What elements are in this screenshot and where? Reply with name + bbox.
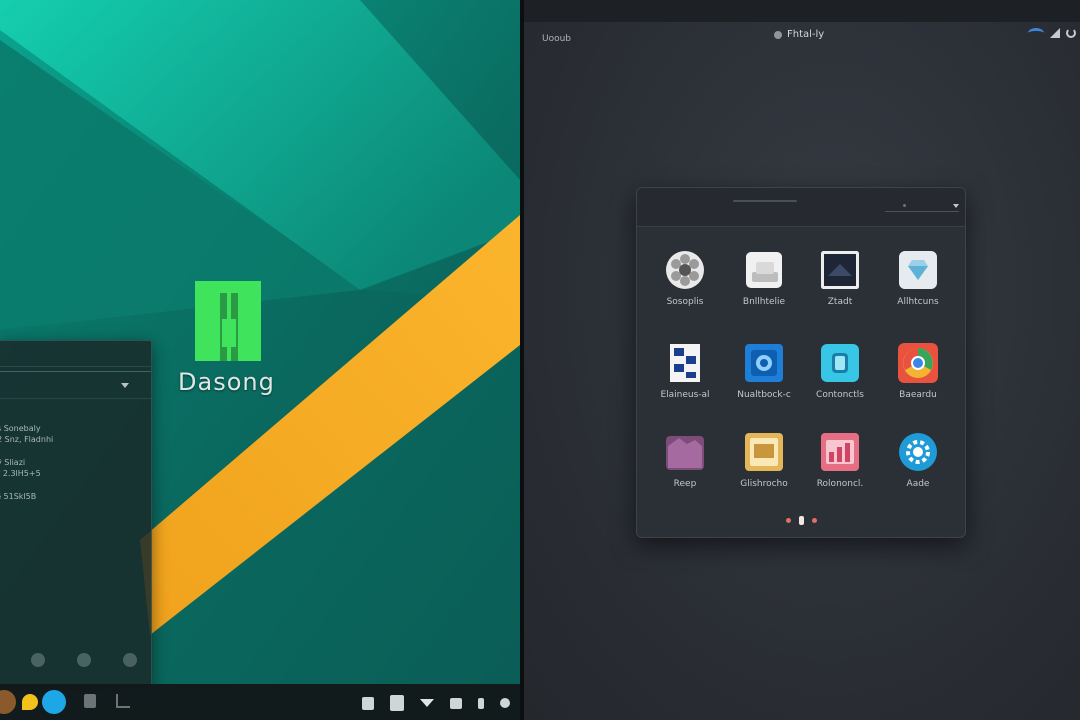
app-label: Baeardu — [899, 390, 937, 400]
app-tile[interactable]: Contonctls — [795, 343, 885, 423]
app-tile[interactable]: Ztadt — [795, 250, 885, 330]
app-label: Elaineus-al — [660, 390, 710, 400]
right-desktop: Uooub Fhtal-ly Sosoplis Bnllhtelie Ztadt… — [524, 0, 1080, 720]
app-tile[interactable]: Elaineus-al — [640, 343, 730, 423]
side-panel[interactable]: s Sonebaly 2 Snz, Fladnhi ÿ Sliazi r 2.3… — [0, 340, 152, 690]
grid-document-icon — [670, 344, 700, 382]
clock[interactable]: Fhtal-ly — [774, 29, 824, 40]
side-panel-list: s Sonebaly 2 Snz, Fladnhi ÿ Sliazi r 2.3… — [0, 423, 53, 502]
side-panel-status-icons — [31, 653, 137, 667]
chevron-down-icon — [953, 204, 959, 208]
notification-icon[interactable] — [500, 698, 510, 708]
cyan-bag-icon — [821, 344, 859, 382]
app-label: Sosoplis — [666, 297, 704, 307]
app-label: Glishrocho — [740, 479, 788, 489]
document-stack-icon — [746, 252, 782, 288]
status-icon[interactable] — [77, 653, 91, 667]
drag-handle[interactable] — [733, 200, 797, 202]
brand-name: Dasong — [178, 368, 275, 396]
activities-button[interactable]: Uooub — [542, 34, 571, 44]
battery-icon[interactable] — [478, 697, 484, 709]
manjaro-logo-icon — [195, 281, 261, 361]
chevron-down-icon[interactable] — [420, 699, 434, 707]
side-panel-titlebar — [0, 341, 151, 367]
app-label: Contonctls — [816, 390, 864, 400]
left-desktop: Dasong s Sonebaly 2 Snz, Fladnhi ÿ Sliaz… — [0, 0, 520, 720]
gold-photo-icon — [745, 433, 783, 471]
chevron-down-icon — [121, 383, 129, 388]
drawer-category-dropdown[interactable] — [885, 202, 959, 212]
gear-flower-icon — [666, 251, 704, 289]
purple-folder-icon — [666, 436, 704, 470]
monitor-icon — [821, 251, 859, 289]
list-item: s Sonebaly — [0, 424, 41, 433]
app-tile[interactable]: Rolononcl. — [795, 432, 885, 512]
app-tile[interactable]: Baeardu — [873, 343, 963, 423]
document-icon[interactable] — [84, 694, 96, 708]
app-label: Aade — [906, 479, 930, 489]
document-tray-icon[interactable] — [390, 695, 404, 711]
app-label: Reep — [673, 479, 697, 489]
app-label: Nualtbock-c — [737, 390, 791, 400]
list-item: r 2.3lH5+5 — [0, 469, 41, 478]
record-icon — [774, 30, 782, 39]
list-item: ÿ Sliazi — [0, 458, 26, 467]
list-item: 2 Snz, Fladnhi — [0, 435, 54, 444]
signal-icon — [1050, 28, 1060, 38]
taskbar — [0, 684, 520, 720]
clipboard-icon[interactable] — [362, 696, 374, 710]
display-icon[interactable] — [450, 697, 462, 709]
bird-icon[interactable] — [42, 690, 66, 714]
list-item: § 51Skl5B — [0, 492, 37, 501]
status-menu[interactable] — [1028, 28, 1076, 38]
system-tray — [362, 695, 510, 711]
pink-chart-icon — [821, 433, 859, 471]
flame-icon[interactable] — [22, 694, 38, 710]
page-dot[interactable] — [811, 518, 817, 523]
app-label: Rolononcl. — [816, 479, 864, 489]
app-label: Ztadt — [827, 297, 853, 307]
drawer-header — [637, 188, 965, 227]
top-bar — [524, 0, 1080, 22]
app-tile[interactable]: Allhtcuns — [873, 250, 963, 330]
app-label: Allhtcuns — [897, 297, 939, 307]
blue-photo-icon — [745, 344, 783, 382]
clock-label: Fhtal-ly — [787, 29, 825, 40]
status-icon[interactable] — [123, 653, 137, 667]
app-tile[interactable]: Aade — [873, 432, 963, 512]
side-panel-dropdown[interactable] — [0, 371, 151, 399]
app-label: Bnllhtelie — [742, 297, 786, 307]
corner-icon[interactable] — [116, 694, 130, 708]
app-drawer: Sosoplis Bnllhtelie Ztadt Allhtcuns Elai… — [636, 187, 966, 538]
wifi-icon — [1028, 28, 1044, 38]
diamond-icon — [899, 251, 937, 289]
status-icon[interactable] — [31, 653, 45, 667]
blue-gear-icon — [899, 433, 937, 471]
page-dot-active[interactable] — [798, 516, 804, 525]
chrome-circle-icon — [898, 343, 938, 383]
app-tile[interactable]: Sosoplis — [640, 250, 730, 330]
page-dot[interactable] — [785, 518, 791, 523]
page-indicator — [637, 516, 965, 525]
dot-icon — [903, 204, 906, 207]
power-icon — [1066, 28, 1076, 38]
app-launcher-icon[interactable] — [0, 690, 16, 714]
app-tile[interactable]: Reep — [640, 432, 730, 512]
